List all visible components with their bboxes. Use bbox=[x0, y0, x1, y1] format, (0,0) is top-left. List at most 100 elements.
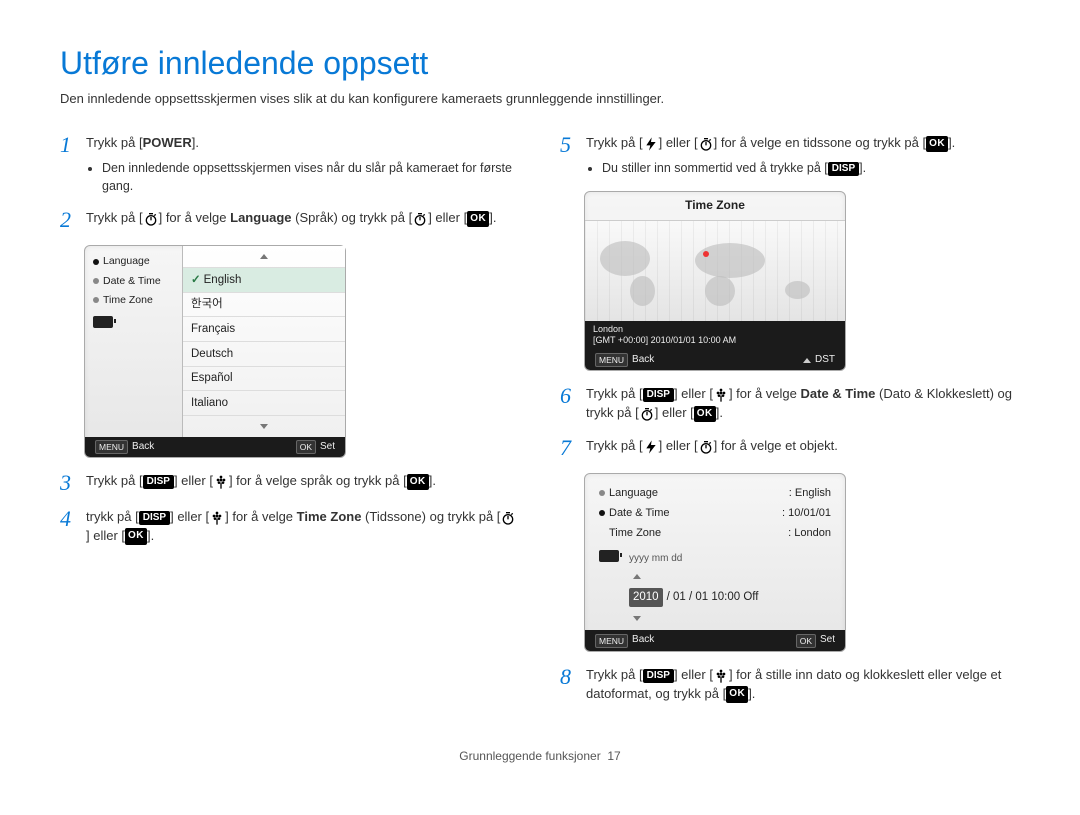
lang-option-italian: Italiano bbox=[183, 391, 345, 416]
row-datetime: Date & Time: 10/01/01 bbox=[599, 504, 831, 524]
world-map bbox=[585, 221, 845, 321]
row-language: Language: English bbox=[599, 484, 831, 504]
page-footer: Grunnleggende funksjoner 17 bbox=[60, 748, 1020, 765]
side-item-timezone: Time Zone bbox=[93, 291, 178, 310]
page-title: Utføre innledende oppsett bbox=[60, 40, 1020, 86]
step-text: Trykk på [ bbox=[586, 135, 643, 150]
language-label: Language bbox=[230, 210, 291, 225]
step-text: ] eller [ bbox=[659, 438, 698, 453]
step-3: 3 Trykk på [DISP] eller [] for å velge s… bbox=[60, 472, 520, 494]
step-text: ]. bbox=[716, 405, 723, 420]
step-text: ]. bbox=[192, 135, 199, 150]
step-text: ] for å velge bbox=[729, 386, 801, 401]
flower-icon bbox=[209, 510, 225, 526]
footer-back: Back bbox=[632, 353, 654, 368]
datetime-label: Date & Time bbox=[801, 386, 876, 401]
step-text: Trykk på [ bbox=[86, 473, 143, 488]
timezone-label: Time Zone bbox=[297, 509, 362, 524]
step-number: 5 bbox=[560, 134, 578, 156]
row-timezone: Time Zone: London bbox=[599, 524, 831, 544]
step-text: ]. bbox=[147, 528, 154, 543]
lang-option-german: Deutsch bbox=[183, 342, 345, 367]
step-text: ]. bbox=[489, 210, 496, 225]
step-text: ] eller [ bbox=[674, 386, 713, 401]
step-text: ] eller [ bbox=[659, 135, 698, 150]
step-text: ] eller [ bbox=[428, 210, 467, 225]
chevron-up-icon bbox=[633, 574, 641, 579]
footer-dst: DST bbox=[815, 353, 835, 368]
ok-icon: OK bbox=[407, 474, 429, 491]
step-text: (Tidssone) og trykk på [ bbox=[361, 509, 500, 524]
step-text: ] for å velge bbox=[159, 210, 231, 225]
step-1: 1 Trykk på [POWER]. Den innledende oppse… bbox=[60, 134, 520, 195]
disp-icon: DISP bbox=[139, 511, 170, 525]
ok-icon: OK bbox=[125, 528, 147, 545]
step-text: ] for å velge en tidssone og trykk på [ bbox=[714, 135, 926, 150]
menu-badge: MENU bbox=[595, 634, 628, 648]
lang-option-korean: 한국어 bbox=[183, 293, 345, 318]
tz-city: London bbox=[593, 324, 837, 336]
footer-back: Back bbox=[132, 440, 154, 455]
step-text: Trykk på [ bbox=[586, 667, 643, 682]
flower-icon bbox=[213, 474, 229, 490]
timer-icon bbox=[639, 406, 655, 422]
footer-set: Set bbox=[320, 440, 335, 455]
ok-badge: OK bbox=[796, 634, 816, 648]
step-text: ] for å velge bbox=[225, 509, 297, 524]
ok-icon: OK bbox=[926, 136, 948, 153]
step-text: ] eller [ bbox=[174, 473, 213, 488]
flash-icon bbox=[643, 136, 659, 152]
timer-icon bbox=[698, 136, 714, 152]
disp-icon: DISP bbox=[143, 475, 174, 489]
chevron-down-icon bbox=[260, 424, 268, 429]
datetime-screenshot: Language: English Date & Time: 10/01/01 … bbox=[584, 473, 846, 652]
battery-icon bbox=[599, 550, 619, 562]
disp-icon: DISP bbox=[643, 388, 674, 402]
step-text: Trykk på [ bbox=[86, 210, 143, 225]
step-number: 4 bbox=[60, 508, 78, 530]
step-number: 2 bbox=[60, 209, 78, 231]
step-number: 1 bbox=[60, 134, 78, 156]
up-arrow-icon bbox=[803, 358, 811, 363]
step-number: 3 bbox=[60, 472, 78, 494]
chevron-down-icon bbox=[633, 616, 641, 621]
step-text: ]. bbox=[429, 473, 436, 488]
menu-badge: MENU bbox=[595, 353, 628, 367]
step-bullet: Du stiller inn sommertid ved å trykke på… bbox=[602, 159, 1020, 177]
flash-icon bbox=[643, 439, 659, 455]
chevron-up-icon bbox=[260, 254, 268, 259]
ok-icon: OK bbox=[726, 686, 748, 703]
date-format-labels: yyyy mm dd bbox=[629, 550, 831, 569]
date-value-row: 2010 / 01 / 01 10:00 Off bbox=[629, 585, 831, 610]
step-4: 4 trykk på [DISP] eller [] for å velge T… bbox=[60, 508, 520, 546]
lang-option-spanish: Español bbox=[183, 367, 345, 392]
step-text: ] eller [ bbox=[655, 405, 694, 420]
step-text: ]. bbox=[948, 135, 955, 150]
step-text: Trykk på [ bbox=[586, 438, 643, 453]
step-5: 5 Trykk på [ ] eller [ ] for å velge en ti… bbox=[560, 134, 1020, 177]
step-text: ] for å velge et objekt. bbox=[714, 438, 838, 453]
lang-option-english: ✓English bbox=[183, 268, 345, 293]
step-number: 7 bbox=[560, 437, 578, 459]
footer-back: Back bbox=[632, 633, 654, 648]
timer-icon bbox=[412, 211, 428, 227]
disp-icon: DISP bbox=[643, 669, 674, 683]
step-text: (Språk) og trykk på [ bbox=[292, 210, 413, 225]
battery-icon bbox=[93, 316, 113, 328]
step-number: 6 bbox=[560, 385, 578, 407]
ok-icon: OK bbox=[694, 406, 716, 423]
step-text: trykk på [ bbox=[86, 509, 139, 524]
step-text: ]. bbox=[748, 686, 755, 701]
tz-gmt: [GMT +00:00] 2010/01/01 10:00 AM bbox=[593, 335, 837, 347]
side-item-language: Language bbox=[93, 252, 178, 271]
language-screenshot: Language Date & Time Time Zone ✓English … bbox=[84, 245, 346, 458]
side-item-datetime: Date & Time bbox=[93, 272, 178, 291]
step-7: 7 Trykk på [ ] eller [ ] for å velge et ob… bbox=[560, 437, 1020, 459]
ok-badge: OK bbox=[296, 440, 316, 454]
tz-title: Time Zone bbox=[585, 192, 845, 220]
timer-icon bbox=[500, 510, 516, 526]
footer-set: Set bbox=[820, 633, 835, 648]
power-label: POWER bbox=[143, 135, 192, 150]
disp-icon: DISP bbox=[828, 162, 859, 176]
flower-icon bbox=[713, 387, 729, 403]
